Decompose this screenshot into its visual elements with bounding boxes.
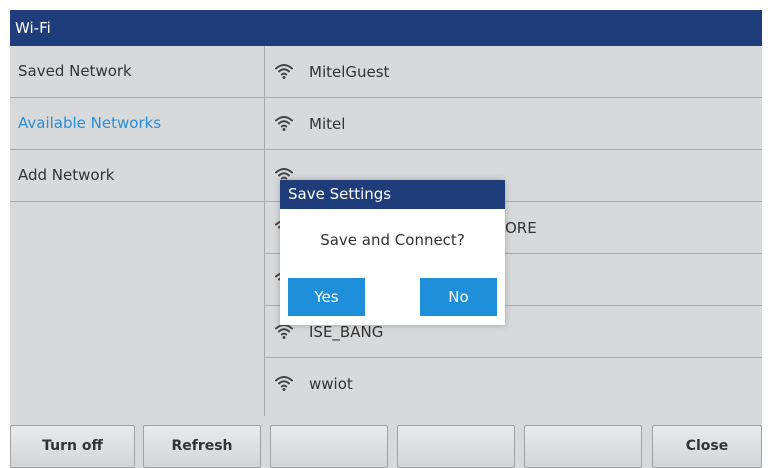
network-name: MitelGuest <box>309 63 390 81</box>
wifi-icon <box>275 62 293 80</box>
sidebar-item-available-networks[interactable]: Available Networks <box>10 98 265 149</box>
network-name: wwiot <box>309 375 353 393</box>
network-name: Mitel <box>309 115 346 133</box>
save-settings-dialog: Save Settings Save and Connect? Yes No <box>280 180 505 325</box>
sidebar-item-add-network[interactable]: Add Network <box>10 150 265 201</box>
yes-button[interactable]: Yes <box>288 278 365 316</box>
window-title: Wi-Fi <box>15 19 51 37</box>
dialog-message: Save and Connect? <box>320 231 465 249</box>
wifi-icon <box>275 374 293 392</box>
dialog-body: Save and Connect? Yes No <box>280 209 505 325</box>
softkey-3[interactable] <box>270 425 388 468</box>
no-button[interactable]: No <box>420 278 497 316</box>
refresh-button[interactable]: Refresh <box>143 425 261 468</box>
softkey-4[interactable] <box>397 425 515 468</box>
divider <box>10 201 265 202</box>
network-name: ORE <box>505 219 537 237</box>
softkey-bar: Turn off Refresh Close <box>10 416 762 468</box>
close-button[interactable]: Close <box>652 425 762 468</box>
wifi-screen: Wi-Fi Saved Network Available Networks A… <box>10 10 762 468</box>
sidebar: Saved Network Available Networks Add Net… <box>10 46 265 416</box>
turn-off-button[interactable]: Turn off <box>10 425 135 468</box>
title-bar: Wi-Fi <box>10 10 762 46</box>
wifi-icon <box>275 114 293 132</box>
softkey-5[interactable] <box>524 425 642 468</box>
network-row[interactable]: wwiot <box>265 358 762 410</box>
sidebar-item-saved-network[interactable]: Saved Network <box>10 46 265 97</box>
network-row[interactable]: Mitel <box>265 98 762 150</box>
network-row[interactable]: MitelGuest <box>265 46 762 98</box>
dialog-title: Save Settings <box>280 180 505 209</box>
